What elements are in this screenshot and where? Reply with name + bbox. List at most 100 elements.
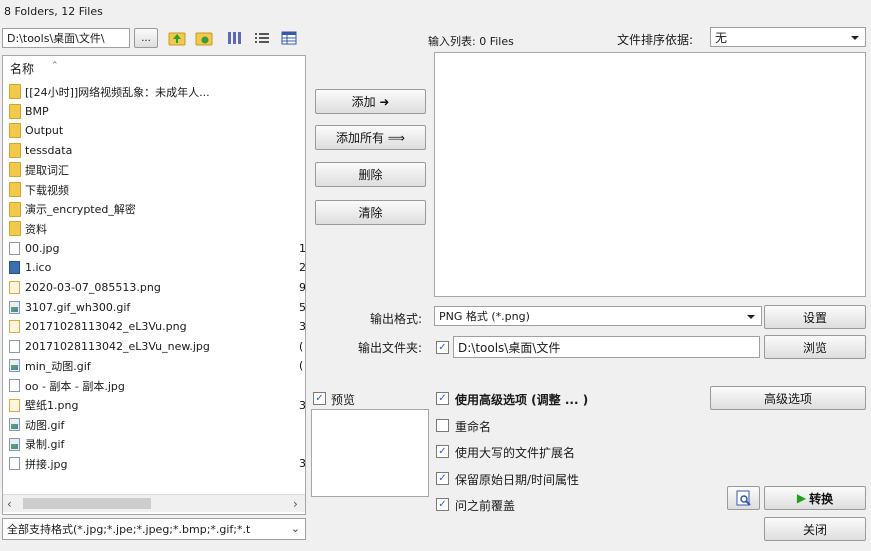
add-button[interactable]: 添加 ➜ xyxy=(315,89,426,114)
row-name: 拼接.jpg xyxy=(25,457,68,471)
file-row[interactable]: 拼接.jpg xyxy=(9,454,68,473)
view-details-icon[interactable] xyxy=(280,29,298,47)
file-row[interactable]: oo - 副本 - 副本.jpg xyxy=(9,376,125,395)
delete-button[interactable]: 删除 xyxy=(315,162,426,187)
file-list[interactable]: 名称 ⌃ [[24小时]]网络视频乱象：未成年人... BMP Output tess… xyxy=(2,55,306,515)
folder-icon xyxy=(9,123,21,139)
row-name: 壁纸1.png xyxy=(25,399,79,413)
folder-icon xyxy=(9,84,21,99)
close-button[interactable]: 关闭 xyxy=(764,517,866,541)
folder-row[interactable]: [[24小时]]网络视频乱象：未成年人... xyxy=(9,82,210,101)
input-list[interactable] xyxy=(434,52,866,297)
chevron-down-icon xyxy=(851,36,859,40)
row-name: oo - 副本 - 副本.jpg xyxy=(25,379,125,393)
folder-icon xyxy=(9,142,21,158)
image-file-icon xyxy=(9,359,20,373)
file-row[interactable]: 1.ico xyxy=(9,258,51,277)
output-format-select[interactable]: PNG 格式 (*.png) xyxy=(434,306,762,326)
file-row[interactable]: min_动图.gif xyxy=(9,356,91,375)
convert-label: 转换 xyxy=(809,491,834,506)
file-row[interactable]: 录制.gif xyxy=(9,435,64,454)
option-label: 重命名 xyxy=(455,419,492,434)
chevron-down-icon: ⌄ xyxy=(290,522,300,535)
browse-folder-button[interactable]: 浏览 xyxy=(764,335,866,359)
file-icon xyxy=(9,398,20,412)
folder-row[interactable]: 演示_encrypted_解密 xyxy=(9,200,136,219)
option-checkbox[interactable]: ✓ xyxy=(436,471,449,485)
option-checkbox[interactable]: ✓ xyxy=(436,445,449,458)
view-thumbnails-icon[interactable] xyxy=(226,29,244,47)
folder-icon xyxy=(9,162,21,178)
row-name: 演示_encrypted_解密 xyxy=(25,203,136,217)
row-size: 3. xyxy=(299,398,306,412)
folder-row[interactable]: tessdata xyxy=(9,141,72,160)
file-row[interactable]: 00.jpg xyxy=(9,239,60,258)
row-name: 20171028113042_eL3Vu_new.jpg xyxy=(25,339,210,353)
folder-icon xyxy=(9,201,21,217)
horizontal-scrollbar[interactable]: ‹ › xyxy=(3,494,305,512)
row-name: min_动图.gif xyxy=(25,359,91,373)
file-type-filter[interactable]: 全部支持格式(*.jpg;*.jpe;*.jpeg;*.bmp;*.gif;*.… xyxy=(2,518,306,540)
option-checkbox[interactable]: ✓ xyxy=(436,498,449,511)
option-checkbox[interactable] xyxy=(436,418,449,432)
convert-button[interactable]: ▶ 转换 xyxy=(764,486,866,510)
output-folder-checkbox[interactable]: ✓ xyxy=(436,341,449,354)
folder-row[interactable]: 下载视频 xyxy=(9,180,69,199)
preview-checkbox[interactable]: ✓ xyxy=(313,392,326,405)
advanced-options-button[interactable]: 高级选项 xyxy=(710,386,866,410)
row-name: 00.jpg xyxy=(25,241,60,255)
chevron-down-icon xyxy=(747,315,755,319)
preview-area xyxy=(311,409,429,497)
output-folder-label: 输出文件夹: xyxy=(358,341,423,355)
row-name: [[24小时]]网络视频乱象：未成年人... xyxy=(25,85,210,99)
clear-button[interactable]: 清除 xyxy=(315,200,426,225)
row-name: 动图.gif xyxy=(25,418,65,432)
status-summary: 8 Folders, 12 Files xyxy=(4,5,103,18)
preview-label: 预览 xyxy=(331,393,356,407)
row-name: 资料 xyxy=(25,222,47,236)
play-icon: ▶ xyxy=(796,491,807,505)
view-list-icon[interactable] xyxy=(253,29,271,47)
output-format-label: 输出格式: xyxy=(370,312,423,326)
file-row[interactable]: 20171028113042_eL3Vu.png xyxy=(9,317,187,336)
file-icon xyxy=(9,339,20,353)
file-row[interactable]: 壁纸1.png xyxy=(9,396,78,415)
folder-icon xyxy=(9,103,21,119)
file-icon xyxy=(9,281,20,294)
folder-row[interactable]: BMP xyxy=(9,102,49,121)
option-label: 问之前覆盖 xyxy=(455,499,516,513)
row-size: ( xyxy=(299,339,304,353)
file-row[interactable]: 2020-03-07_085513.png xyxy=(9,278,161,297)
row-size: 5. xyxy=(299,300,306,314)
folder-row[interactable]: 提取词汇 xyxy=(9,160,69,179)
scroll-left-icon[interactable]: ‹ xyxy=(7,497,12,511)
row-size: 1 xyxy=(299,241,306,255)
file-row[interactable]: 3107.gif_wh300.gif xyxy=(9,298,130,317)
browse-path-button[interactable]: ... xyxy=(134,28,158,48)
file-icon xyxy=(9,379,20,392)
scroll-thumb[interactable] xyxy=(23,498,151,509)
file-row[interactable]: 动图.gif xyxy=(9,415,64,434)
sort-select[interactable]: 无 xyxy=(710,27,866,47)
row-name: 录制.gif xyxy=(25,438,65,452)
row-size: 9 xyxy=(299,281,306,294)
scroll-right-icon[interactable]: › xyxy=(293,497,298,511)
sort-label: 文件排序依据: xyxy=(617,33,694,47)
favorite-folder-icon[interactable] xyxy=(195,29,213,47)
add-all-button[interactable]: 添加所有 ⟹ xyxy=(315,125,426,150)
file-row[interactable]: 20171028113042_eL3Vu_new.jpg xyxy=(9,337,210,356)
output-folder-input[interactable]: D:\tools\桌面\文件 xyxy=(453,336,760,358)
input-list-label: 输入列表: 0 Files xyxy=(428,35,514,48)
output-format-value: PNG 格式 (*.png) xyxy=(439,310,530,323)
path-input[interactable]: D:\tools\桌面\文件\ xyxy=(2,28,130,48)
folder-row[interactable]: 资料 xyxy=(9,219,47,238)
folder-row[interactable]: Output xyxy=(9,121,63,140)
settings-button[interactable]: 设置 xyxy=(764,305,866,329)
column-header-name[interactable]: 名称 xyxy=(10,60,34,77)
option-label: 使用大写的文件扩展名 xyxy=(455,446,576,460)
image-file-icon xyxy=(9,418,20,432)
search-preview-button[interactable] xyxy=(727,486,760,510)
folder-up-icon[interactable] xyxy=(168,29,186,47)
row-size: 3. xyxy=(299,457,306,471)
option-checkbox[interactable]: ✓ xyxy=(436,392,449,405)
